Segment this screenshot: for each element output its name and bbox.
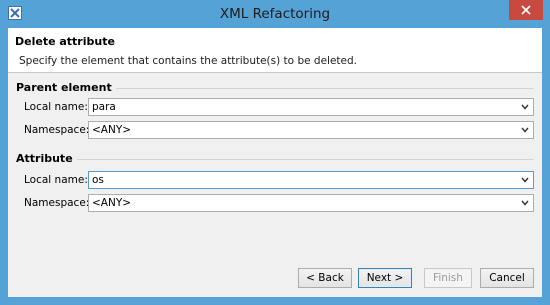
parent-local-name-label: Local name: — [24, 101, 88, 113]
dialog-body: Delete attribute Specify the element tha… — [8, 28, 542, 297]
parent-namespace-label: Namespace: — [24, 124, 90, 136]
close-button[interactable] — [509, 0, 543, 20]
back-button[interactable]: < Back — [298, 268, 352, 288]
group-title: Parent element — [16, 81, 116, 94]
chevron-down-icon[interactable] — [521, 104, 529, 110]
window-title: XML Refactoring — [219, 6, 331, 22]
next-button[interactable]: Next > — [358, 268, 412, 288]
group-divider — [104, 88, 534, 89]
cancel-button[interactable]: Cancel — [480, 268, 534, 288]
parent-local-name-input[interactable] — [89, 99, 512, 115]
finish-button: Finish — [424, 268, 472, 288]
attribute-local-name-input[interactable] — [89, 172, 512, 188]
xml-refactoring-dialog: XML Refactoring Delete attribute Specify… — [0, 0, 550, 305]
chevron-down-icon[interactable] — [521, 200, 529, 206]
attribute-local-name-combo[interactable] — [88, 171, 534, 189]
attribute-local-name-label: Local name: — [24, 174, 88, 186]
wizard-header: Delete attribute Specify the element tha… — [8, 28, 542, 73]
chevron-down-icon[interactable] — [521, 127, 529, 133]
chevron-down-icon[interactable] — [521, 177, 529, 183]
page-title: Delete attribute — [15, 35, 115, 48]
group-divider — [64, 159, 534, 160]
group-title: Attribute — [16, 152, 77, 165]
attribute-namespace-input[interactable] — [89, 195, 512, 211]
title-bar: XML Refactoring — [0, 0, 550, 28]
parent-namespace-combo[interactable] — [88, 121, 534, 139]
attribute-namespace-label: Namespace: — [24, 197, 90, 209]
page-description: Specify the element that contains the at… — [19, 55, 357, 67]
parent-namespace-input[interactable] — [89, 122, 512, 138]
close-icon — [521, 5, 531, 15]
attribute-namespace-combo[interactable] — [88, 194, 534, 212]
parent-local-name-combo[interactable] — [88, 98, 534, 116]
